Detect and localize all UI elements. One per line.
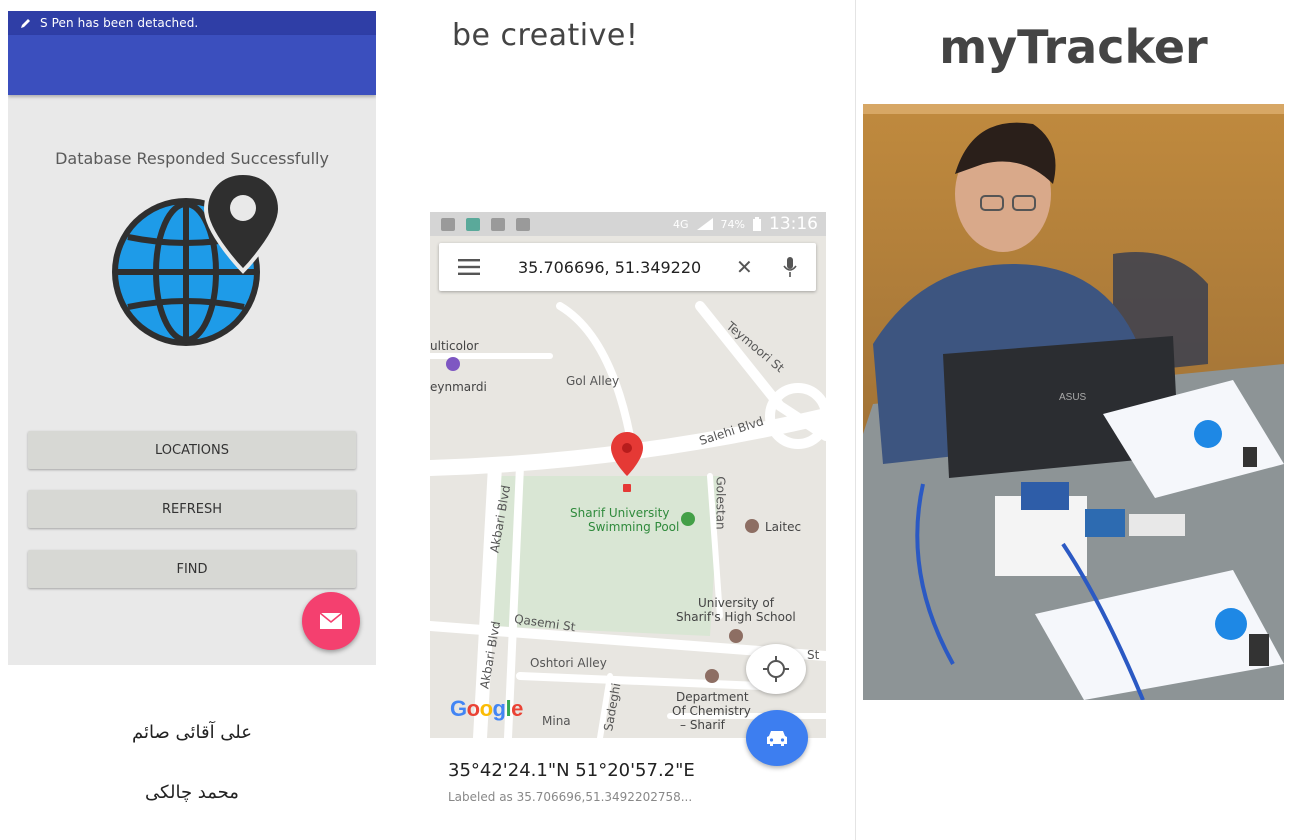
search-input[interactable]: 35.706696, 51.349220 [518,258,718,277]
notification-icon [491,217,505,231]
photo-illustration: ASUS [863,104,1284,700]
map-label: ulticolor [430,339,479,353]
map-label: Oshtori Alley [530,656,607,670]
map-label: Sharif University [570,506,670,520]
map-label: Gol Alley [566,374,620,388]
car-icon [767,731,787,746]
globe-location-logo [112,170,281,346]
map-label: Golestan [713,476,728,530]
directions-fab[interactable] [746,710,808,766]
map-search-bar[interactable]: 35.706696, 51.349220 ✕ [439,243,816,291]
map-status-bar: 4G 74% 13:16 [430,212,826,236]
status-bar: S Pen has been detached. [8,11,376,35]
map-label: Of Chemistry [672,704,751,718]
status-message: Database Responded Successfully [55,149,329,168]
notification-icon [441,217,455,231]
map-screenshot: 4G 74% 13:16 ulticolor eynmardi Gol Alle… [430,212,826,738]
email-fab[interactable] [302,592,360,650]
map-label: – Sharif [680,718,725,732]
locations-button[interactable]: LOCATIONS [28,431,356,469]
menu-icon[interactable] [458,259,482,275]
demo-photo: ASUS [863,104,1284,700]
divider [855,0,856,840]
app-title: myTracker [939,20,1208,74]
camera-icon [516,217,530,231]
map-label: eynmardi [430,380,487,394]
map-label: University of [698,596,774,610]
status-text: S Pen has been detached. [40,16,199,30]
google-logo: Google [450,696,523,721]
clock: 13:16 [769,214,818,234]
map-label: Mina [542,714,571,728]
notification-icon [466,217,480,231]
app-bar [8,35,376,95]
clear-icon[interactable]: ✕ [736,255,753,279]
author-name-2: محمد چالکی [145,782,239,803]
author-name-1: علی آقائی صائم [131,722,252,743]
my-location-button[interactable] [746,644,806,694]
svg-text:ASUS: ASUS [1059,392,1087,403]
map-label: St [807,648,820,662]
map-label: Department [676,690,749,704]
microphone-icon[interactable] [783,257,797,277]
find-button[interactable]: FIND [28,550,356,588]
map-label: Swimming Pool [588,520,680,534]
coordinate-subtitle: Labeled as 35.706696,51.3492202758... [448,790,693,804]
coordinate-title: 35°42'24.1"N 51°20'57.2"E [448,760,695,781]
refresh-button[interactable]: REFRESH [28,490,356,528]
app-screenshot: S Pen has been detached. Database Respon… [8,11,376,665]
battery-icon [753,217,761,231]
tagline: be creative! [452,18,639,53]
pen-icon [21,19,30,28]
mail-icon [319,612,343,629]
signal-icon [696,218,713,230]
crosshair-icon [763,656,789,682]
map-label: Laitec [765,520,802,534]
network-indicator: 4G [673,217,689,231]
battery-percent: 74% [720,217,745,231]
map-label: Sharif's High School [676,610,796,624]
